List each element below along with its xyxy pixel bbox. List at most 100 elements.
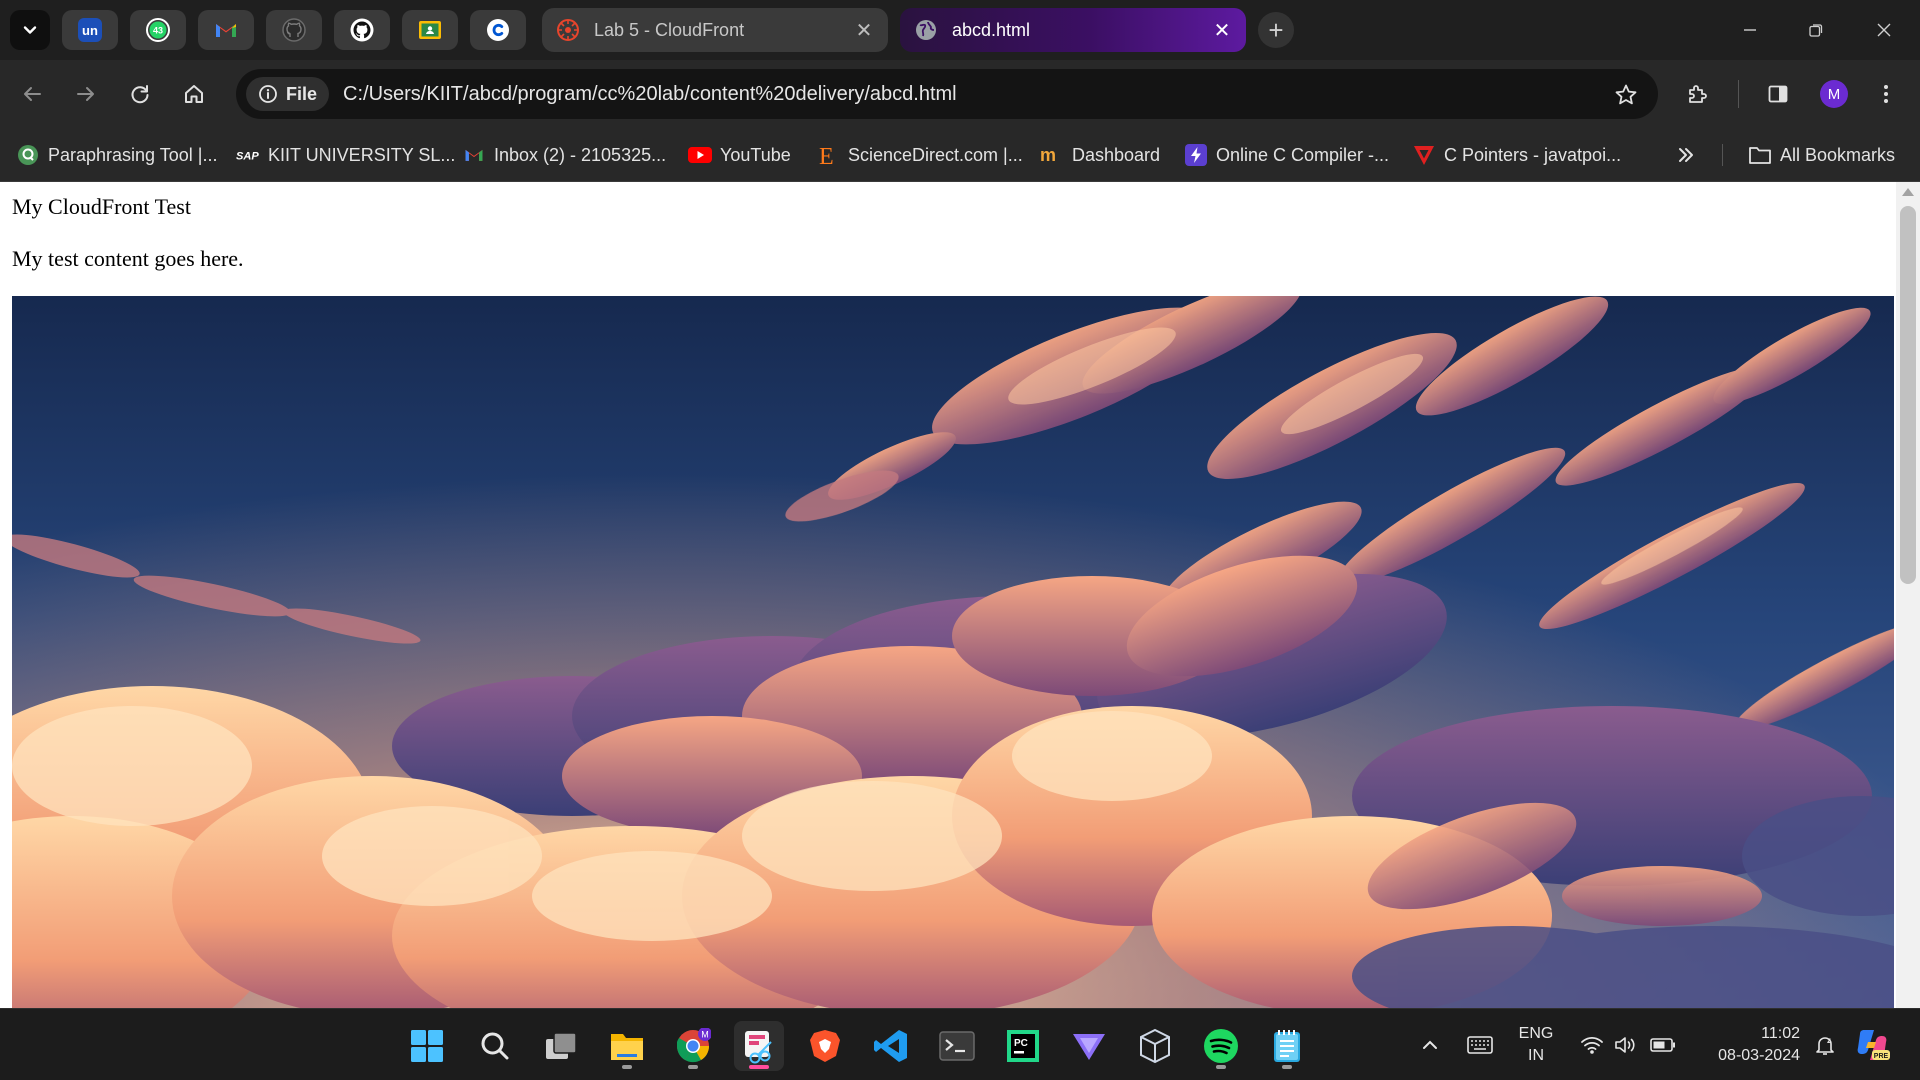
new-tab-button[interactable]: +	[1258, 12, 1294, 48]
taskbar-brave[interactable]	[800, 1021, 850, 1071]
taskbar-terminal[interactable]	[932, 1021, 982, 1071]
url-text[interactable]: C:/Users/KIIT/abcd/program/cc%20lab/cont…	[343, 83, 957, 106]
pinned-tab-gmail[interactable]	[198, 10, 254, 50]
pinned-tab-coursera[interactable]	[470, 10, 526, 50]
folder-icon	[1748, 143, 1772, 167]
all-bookmarks-button[interactable]: All Bookmarks	[1748, 141, 1895, 169]
bell-snooze-icon: z	[1816, 1036, 1834, 1055]
site-info-chip[interactable]: File	[246, 77, 330, 111]
wifi-status[interactable]	[1576, 1027, 1608, 1063]
restore-button[interactable]	[1794, 12, 1838, 48]
browser-toolbar: File C:/Users/KIIT/abcd/program/cc%20lab…	[0, 60, 1920, 128]
taskbar-search[interactable]	[470, 1021, 520, 1071]
scroll-up-arrow[interactable]	[1902, 188, 1914, 196]
star-icon	[1615, 84, 1637, 105]
home-button[interactable]	[176, 76, 212, 112]
reload-button[interactable]	[122, 76, 158, 112]
taskbar-virtualbox[interactable]	[1130, 1021, 1180, 1071]
bookmark-dashboard[interactable]: m Dashboard	[1040, 141, 1160, 169]
extensions-button[interactable]	[1680, 76, 1716, 112]
taskbar-pycharm[interactable]: PC	[998, 1021, 1048, 1071]
taskbar-proton-vpn[interactable]	[1064, 1021, 1114, 1071]
sap-icon: SAP	[236, 143, 260, 167]
menu-button[interactable]	[1868, 76, 1904, 112]
github-icon	[350, 18, 374, 42]
pinned-tab-github[interactable]	[266, 10, 322, 50]
address-bar[interactable]: File C:/Users/KIIT/abcd/program/cc%20lab…	[236, 69, 1658, 119]
bookmark-c-pointers[interactable]: C Pointers - javatpoi...	[1412, 141, 1621, 169]
bookmark-youtube[interactable]: YouTube	[688, 141, 791, 169]
back-button[interactable]	[14, 76, 50, 112]
page-viewport: My CloudFront Test My test content goes …	[0, 182, 1920, 1008]
avatar: M	[1820, 80, 1848, 108]
copilot-icon: PRE	[1857, 1030, 1890, 1060]
task-view-icon	[546, 1032, 577, 1059]
volume-status[interactable]	[1610, 1027, 1642, 1063]
taskbar-file-explorer[interactable]	[602, 1021, 652, 1071]
battery-icon	[1650, 1038, 1675, 1052]
pinned-tab-whatsapp[interactable]: 43	[130, 10, 186, 50]
copilot-button[interactable]: PRE	[1852, 1027, 1892, 1063]
tab-lab5-cloudfront[interactable]: Lab 5 - CloudFront ✕	[542, 8, 888, 52]
chrome-icon: M	[676, 1028, 711, 1063]
elsevier-icon: E	[816, 143, 840, 168]
search-icon	[481, 1032, 509, 1060]
taskbar-snipping-tool[interactable]	[734, 1021, 784, 1071]
page-scrollbar[interactable]	[1896, 182, 1920, 1008]
windows-taskbar: M PC ENG IN 11:02 08-03-2024 z PRE	[0, 1008, 1920, 1080]
arrow-left-icon	[24, 87, 41, 101]
running-indicator	[1216, 1065, 1226, 1069]
language-indicator[interactable]: ENG IN	[1516, 1023, 1556, 1067]
taskbar-vscode[interactable]	[866, 1021, 916, 1071]
svg-text:un: un	[82, 23, 98, 38]
taskbar-notepad[interactable]	[1262, 1021, 1312, 1071]
show-hidden-icons-button[interactable]	[1414, 1027, 1446, 1063]
running-indicator	[688, 1065, 698, 1069]
taskbar-chrome[interactable]: M	[668, 1021, 718, 1071]
start-button[interactable]	[402, 1021, 452, 1071]
bookmark-online-c-compiler[interactable]: Online C Compiler -...	[1184, 141, 1389, 169]
pinned-tab-unstop[interactable]: un	[62, 10, 118, 50]
taskbar-spotify[interactable]	[1196, 1021, 1246, 1071]
minimize-button[interactable]	[1728, 12, 1772, 48]
bookmark-star-button[interactable]	[1612, 81, 1640, 109]
kebab-menu-icon	[1884, 85, 1888, 103]
bookmark-kiit-university[interactable]: SAP KIIT UNIVERSITY SL...	[236, 141, 455, 169]
bookmark-paraphrasing-tool[interactable]: Paraphrasing Tool |...	[16, 141, 217, 169]
taskbar-clock[interactable]: 11:02 08-03-2024	[1696, 1023, 1800, 1067]
tab-strip: un 43 Lab 5 - CloudFront ✕ abcd.html ✕ +	[0, 0, 1920, 60]
classroom-icon	[419, 21, 441, 39]
notifications-button[interactable]: z	[1808, 1027, 1842, 1063]
pinned-tab-classroom[interactable]	[402, 10, 458, 50]
clock-time: 11:02	[1761, 1025, 1800, 1042]
gmail-icon	[216, 24, 236, 37]
side-panel-icon	[1768, 85, 1788, 103]
touch-keyboard-button[interactable]	[1462, 1027, 1498, 1063]
vscode-icon	[874, 1030, 907, 1062]
scroll-thumb[interactable]	[1900, 206, 1916, 584]
bookmark-inbox[interactable]: Inbox (2) - 2105325...	[462, 141, 666, 169]
task-view-button[interactable]	[536, 1021, 586, 1071]
home-icon	[185, 85, 203, 103]
close-icon[interactable]: ✕	[854, 20, 874, 42]
bookmarks-overflow-button[interactable]	[1676, 141, 1696, 169]
close-window-button[interactable]	[1862, 12, 1906, 48]
side-panel-button[interactable]	[1760, 76, 1796, 112]
tab-abcd-html[interactable]: abcd.html ✕	[900, 8, 1246, 52]
speaker-icon	[1615, 1037, 1635, 1053]
cube-icon	[1140, 1028, 1170, 1064]
keyboard-icon	[1467, 1036, 1493, 1054]
pinned-tab-github-2[interactable]	[334, 10, 390, 50]
unstop-icon: un	[78, 18, 102, 42]
dashboard-icon: m	[1040, 143, 1064, 167]
close-icon[interactable]: ✕	[1212, 20, 1232, 42]
forward-button[interactable]	[68, 76, 104, 112]
sunset-clouds-image	[12, 296, 1894, 1008]
battery-status[interactable]	[1646, 1027, 1680, 1063]
terminal-icon	[939, 1031, 975, 1061]
tab-search-button[interactable]	[10, 10, 50, 50]
windows-logo-icon	[411, 1030, 443, 1062]
tab-title: abcd.html	[952, 19, 1031, 40]
bookmark-sciencedirect[interactable]: E ScienceDirect.com |...	[816, 141, 1023, 169]
profile-button[interactable]: M	[1816, 76, 1852, 112]
